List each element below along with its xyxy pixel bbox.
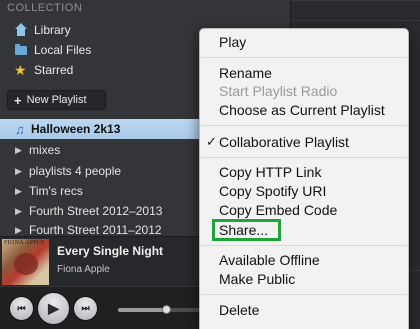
play-icon: ▶ — [48, 300, 59, 316]
track-title[interactable]: Every Single Night — [57, 244, 163, 258]
next-icon: ⏭ — [81, 303, 90, 313]
folder-icon — [14, 43, 28, 57]
playlist-label: Fourth Street 2011–2012 — [29, 223, 162, 237]
menu-item-make-public[interactable]: Make Public — [219, 270, 295, 288]
menu-item-copy-embed-code[interactable]: Copy Embed Code — [219, 201, 337, 219]
sidebar-item-label: Library — [34, 23, 71, 37]
menu-item-copy-spotify-uri[interactable]: Copy Spotify URI — [219, 182, 326, 200]
album-art-text: FIONA APPLE — [4, 240, 45, 246]
new-playlist-label: New Playlist — [26, 94, 87, 106]
sidebar-item-local-files[interactable]: Local Files — [14, 41, 91, 59]
menu-item-delete[interactable]: Delete — [219, 301, 259, 319]
seek-bar-fill — [118, 308, 167, 312]
menu-item-available-offline[interactable]: Available Offline — [219, 251, 320, 269]
previous-track-button[interactable]: ⏮ — [9, 296, 34, 321]
menu-separator — [201, 57, 407, 58]
disclosure-triangle-icon[interactable]: ▶ — [15, 206, 29, 217]
context-menu: Play Rename Start Playlist Radio Choose … — [199, 28, 409, 329]
sidebar-item-label: Local Files — [34, 43, 92, 57]
play-button[interactable]: ▶ — [37, 292, 70, 325]
playlist-label: Halloween 2k13 — [31, 122, 121, 136]
plus-icon: + — [14, 92, 22, 108]
checkmark-icon: ✓ — [206, 134, 217, 149]
menu-item-rename[interactable]: Rename — [219, 64, 272, 82]
album-art[interactable]: FIONA APPLE — [2, 239, 49, 285]
playlist-label: playlists 4 people — [29, 164, 122, 178]
playlist-label: mixes — [29, 143, 61, 157]
menu-item-start-playlist-radio: Start Playlist Radio — [219, 83, 338, 99]
sidebar-item-label: Starred — [34, 63, 74, 77]
sidebar-item-starred[interactable]: ★ Starred — [14, 61, 73, 79]
next-track-button[interactable]: ⏭ — [73, 296, 98, 321]
menu-separator — [201, 245, 407, 246]
playlist-label: Tim's recs — [29, 184, 83, 198]
collection-header: COLLECTION — [7, 2, 83, 14]
menu-separator — [201, 157, 407, 158]
album-art-figure — [14, 253, 38, 275]
previous-icon: ⏮ — [17, 303, 26, 313]
menu-item-play[interactable]: Play — [219, 33, 246, 51]
menu-item-collaborative-playlist[interactable]: Collaborative Playlist — [219, 133, 349, 151]
star-icon: ★ — [14, 62, 27, 78]
menu-separator — [201, 294, 407, 295]
disclosure-triangle-icon[interactable]: ▶ — [15, 166, 29, 177]
new-playlist-button[interactable]: + New Playlist — [7, 90, 106, 110]
home-icon — [14, 23, 28, 37]
disclosure-triangle-icon[interactable]: ▶ — [15, 225, 29, 236]
menu-item-copy-http-link[interactable]: Copy HTTP Link — [219, 163, 321, 181]
track-artist[interactable]: Fiona Apple — [57, 264, 110, 275]
menu-separator — [201, 125, 407, 126]
menu-item-choose-current-playlist[interactable]: Choose as Current Playlist — [219, 101, 385, 119]
disclosure-triangle-icon[interactable]: ▶ — [15, 145, 29, 156]
row-divider — [291, 20, 420, 21]
seek-bar-handle[interactable] — [162, 305, 172, 314]
sidebar-item-library[interactable]: Library — [14, 21, 71, 39]
row-divider — [291, 0, 420, 1]
disclosure-triangle-icon[interactable]: ▶ — [15, 186, 29, 197]
share-highlight-box — [212, 219, 281, 241]
playlist-label: Fourth Street 2012–2013 — [29, 204, 163, 218]
playlist-icon: ♫ — [15, 121, 25, 137]
